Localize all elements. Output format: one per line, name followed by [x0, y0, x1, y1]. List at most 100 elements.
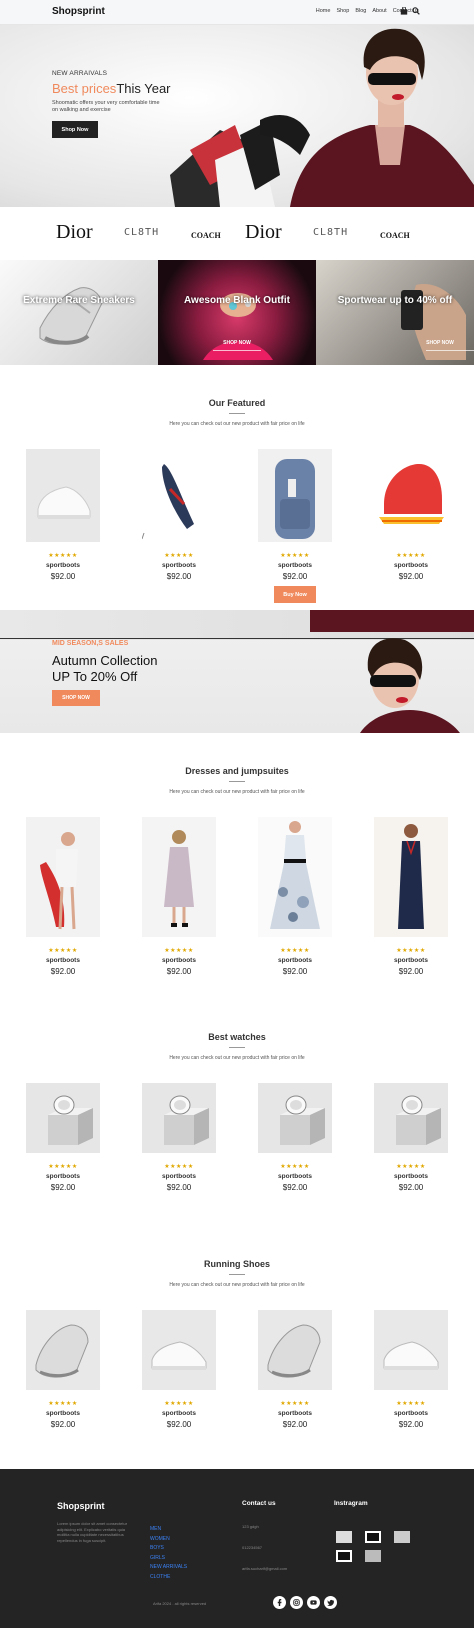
product-card[interactable]: ★★★★★ sportboots $92.00 [374, 1083, 448, 1192]
product-name: sportboots [162, 1410, 196, 1417]
product-price: $92.00 [50, 1420, 76, 1429]
footer-email[interactable]: arifa.sucharif@gmail.com [242, 1566, 287, 1571]
copyright: Arifa 2024 . all rights reserved [153, 1601, 207, 1606]
product-card[interactable]: ★★★★★ sportboots $92.00 [142, 449, 216, 581]
product-image[interactable] [258, 1310, 332, 1390]
product-card[interactable]: ★★★★★ sportboots $92.00 [374, 1310, 448, 1429]
search-icon[interactable] [412, 7, 420, 15]
nav-about[interactable]: About [372, 8, 386, 14]
nav-shop[interactable]: Shop [336, 8, 349, 14]
instagram-thumb[interactable] [336, 1550, 352, 1562]
footer-link-girls[interactable]: GIRLS [150, 1554, 187, 1564]
category-shop-now-link[interactable]: SHOP NOW [158, 340, 316, 346]
rating-stars: ★★★★★ [164, 948, 194, 954]
product-image[interactable] [142, 1310, 216, 1390]
product-image[interactable] [258, 817, 332, 937]
product-card[interactable]: ★★★★★ sportboots $92.00 [258, 449, 332, 581]
product-image[interactable] [374, 817, 448, 937]
product-image[interactable] [26, 449, 100, 542]
product-price: $92.00 [166, 572, 192, 581]
product-image[interactable] [374, 1310, 448, 1390]
product-price: $92.00 [398, 967, 424, 976]
footer-link-women[interactable]: WOMEN [150, 1535, 187, 1545]
product-card[interactable]: ★★★★★ sportboots $92.00 [258, 817, 332, 976]
sale-model-image [310, 610, 474, 733]
product-image[interactable] [258, 449, 332, 542]
hero-model-image [170, 28, 474, 207]
product-price: $92.00 [166, 1183, 192, 1192]
rating-stars: ★★★★★ [280, 948, 310, 954]
category-sportwear[interactable]: Sportwear up to 40% off SHOP NOW [316, 260, 474, 365]
category-title: Sportwear up to 40% off [337, 295, 453, 306]
instagram-thumb[interactable] [365, 1550, 381, 1562]
shopping-bag-icon[interactable] [400, 7, 408, 15]
instagram-icon[interactable] [290, 1596, 303, 1609]
product-price: $92.00 [50, 572, 76, 581]
product-price: $92.00 [282, 1420, 308, 1429]
sale-heading-line2: UP To 20% Off [52, 669, 138, 684]
rating-stars: ★★★★★ [396, 1164, 426, 1170]
nav-home[interactable]: Home [316, 8, 331, 14]
rating-stars: ★★★★★ [164, 553, 194, 559]
rating-stars: ★★★★★ [396, 948, 426, 954]
twitter-icon[interactable] [324, 1596, 337, 1609]
footer-description: Lorem ipsum dolor sit amet consectetur a… [57, 1521, 128, 1543]
product-image[interactable] [26, 1083, 100, 1153]
watches-subtitle: Here you can check out our new product w… [169, 1055, 305, 1061]
product-card[interactable]: ★★★★★ sportboots $92.00 [26, 449, 100, 581]
product-card[interactable]: ★★★★★ sportboots $92.00 [142, 1083, 216, 1192]
product-card[interactable]: ★★★★★ sportboots $92.00 [142, 817, 216, 976]
running-divider [229, 1274, 245, 1275]
footer-brand[interactable]: Shopsprint [57, 1501, 105, 1511]
rating-stars: ★★★★★ [48, 553, 78, 559]
category-shop-now-link[interactable]: SHOP NOW [406, 340, 474, 346]
rating-stars: ★★★★★ [396, 1401, 426, 1407]
buy-now-button[interactable]: Buy Now [274, 586, 316, 603]
footer-instagram-heading: Instragram [334, 1500, 368, 1507]
site-header: Shopsprint Home Shop Blog About Contact … [0, 0, 474, 25]
product-card[interactable]: ★★★★★ sportboots $92.00 [258, 1083, 332, 1192]
nav-blog[interactable]: Blog [355, 8, 366, 14]
product-image[interactable] [26, 1310, 100, 1390]
product-card[interactable]: ★★★★★ sportboots $92.00 [258, 1310, 332, 1429]
product-price: $92.00 [282, 572, 308, 581]
product-price: $92.00 [398, 1420, 424, 1429]
featured-divider [229, 413, 245, 414]
footer-link-clothe[interactable]: CLOTHE [150, 1573, 187, 1583]
footer-link-new-arrivals[interactable]: NEW ARRIVALS [150, 1563, 187, 1573]
product-name: sportboots [394, 1410, 428, 1417]
product-card[interactable]: ★★★★★ sportboots $92.00 [142, 1310, 216, 1429]
category-title: Awesome Blank Outfit [184, 295, 290, 306]
footer-link-boys[interactable]: BOYS [150, 1544, 187, 1554]
product-image[interactable] [374, 1083, 448, 1153]
footer-link-men[interactable]: MEN [150, 1525, 187, 1535]
product-image[interactable] [142, 817, 216, 937]
instagram-thumb[interactable] [336, 1531, 352, 1543]
product-image[interactable] [26, 817, 100, 937]
brand-strip: Dior CL8TH COACH Dior CL8TH COACH [0, 207, 474, 260]
product-name: sportboots [162, 562, 196, 569]
facebook-icon[interactable] [273, 1596, 286, 1609]
product-name: sportboots [278, 1173, 312, 1180]
youtube-icon[interactable] [307, 1596, 320, 1609]
instagram-thumb[interactable] [394, 1531, 410, 1543]
product-image[interactable] [374, 449, 448, 542]
product-card[interactable]: ★★★★★ sportboots $92.00 [26, 817, 100, 976]
product-image[interactable] [258, 1083, 332, 1153]
product-card[interactable]: ★★★★★ sportboots $92.00 [26, 1310, 100, 1429]
product-card[interactable]: ★★★★★ sportboots $92.00 [374, 449, 448, 581]
brand-logo[interactable]: Shopsprint [52, 6, 105, 17]
sale-heading: Autumn Collection UP To 20% Off [52, 653, 158, 685]
product-image[interactable] [142, 1083, 216, 1153]
product-name: sportboots [394, 957, 428, 964]
instagram-thumb[interactable] [365, 1531, 381, 1543]
category-sneakers[interactable]: Extreme Rare Sneakers [0, 260, 158, 365]
product-card[interactable]: ★★★★★ sportboots $92.00 [26, 1083, 100, 1192]
category-outfit[interactable]: Awesome Blank Outfit SHOP NOW [158, 260, 316, 365]
product-card[interactable]: ★★★★★ sportboots $92.00 [374, 817, 448, 976]
hero-shop-now-button[interactable]: Shop Now [52, 121, 98, 138]
product-image[interactable] [142, 449, 216, 542]
rating-stars: ★★★★★ [164, 1401, 194, 1407]
sale-shop-now-button[interactable]: SHOP NOW [52, 690, 100, 706]
brand-logo-dior: Dior [56, 221, 93, 243]
